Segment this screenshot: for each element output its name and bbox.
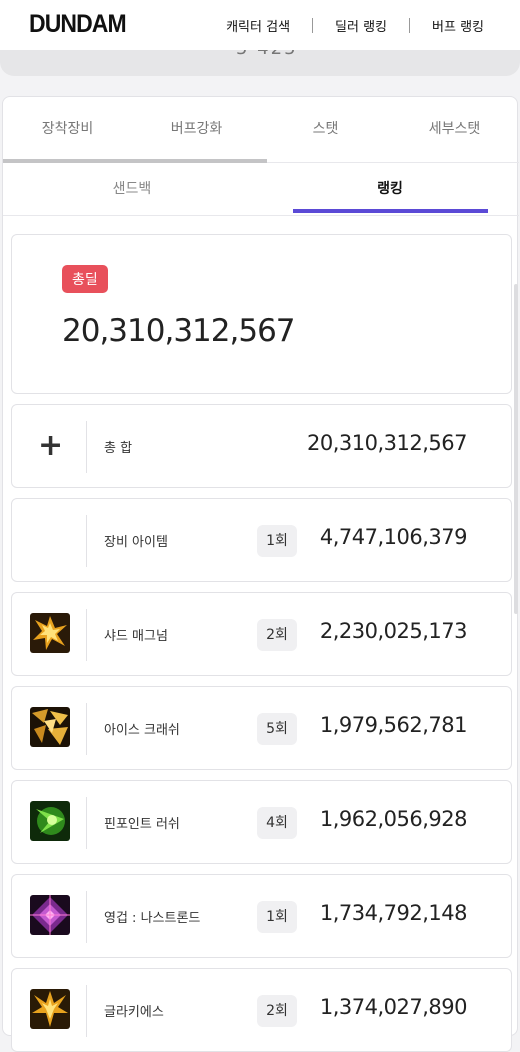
plus-icon[interactable]: + xyxy=(38,429,63,463)
row-divider xyxy=(86,421,87,473)
main-nav: 캐릭터 검색 딜러 랭킹 버프 랭킹 xyxy=(226,16,484,35)
row-damage-value: 20,310,312,567 xyxy=(307,431,468,455)
tab-buff-enhance[interactable]: 버프강화 xyxy=(132,97,261,162)
total-damage-card: 총딜 20,310,312,567 xyxy=(11,234,512,394)
nastrond-skill-icon xyxy=(30,895,70,935)
row-hit-count: 1회 xyxy=(257,525,297,557)
row-name: 샤드 매그넘 xyxy=(104,629,168,644)
scrollbar-thumb[interactable] xyxy=(514,284,518,614)
row-hit-count: 4회 xyxy=(257,807,297,839)
nav-divider xyxy=(409,18,411,33)
nav-dealer-ranking[interactable]: 딜러 랭킹 xyxy=(335,16,387,35)
row-hit-count: 5회 xyxy=(257,713,297,745)
row-damage-value: 1,962,056,928 xyxy=(319,807,468,831)
row-name: 장비 아이템 xyxy=(104,535,168,550)
tab-detailed-stats[interactable]: 세부스탯 xyxy=(390,97,519,162)
row-name: 핀포인트 러쉬 xyxy=(104,817,180,832)
row-divider xyxy=(86,515,87,567)
row-hit-count: 2회 xyxy=(257,619,297,651)
row-divider xyxy=(86,797,87,849)
nav-buffer-ranking[interactable]: 버프 랭킹 xyxy=(432,16,484,35)
partially-hidden-text: 5 425 xyxy=(236,50,298,59)
secondary-tabs: 샌드백 랭킹 xyxy=(3,164,519,216)
glacies-skill-icon xyxy=(30,989,70,1029)
row-damage-value: 4,747,106,379 xyxy=(319,525,468,549)
nav-character-search[interactable]: 캐릭터 검색 xyxy=(226,16,290,35)
row-damage-value: 1,979,562,781 xyxy=(319,713,468,737)
site-logo[interactable]: DUNDAM xyxy=(29,10,127,39)
ice-crash-skill-icon xyxy=(30,707,70,747)
row-divider xyxy=(86,891,87,943)
pinpoint-rush-skill-icon xyxy=(30,801,70,841)
row-name: 글라키에스 xyxy=(104,1005,164,1020)
row-hit-count: 1회 xyxy=(257,901,297,933)
damage-row[interactable]: 영겁 : 나스트론드 1회 1,734,792,148 xyxy=(11,874,512,958)
nav-divider xyxy=(312,18,314,33)
tab-sandbag[interactable]: 샌드백 xyxy=(3,164,261,215)
primary-tabs: 장착장비 버프강화 스탯 세부스탯 xyxy=(3,97,519,163)
row-damage-value: 1,734,792,148 xyxy=(319,901,468,925)
damage-row-total[interactable]: + 총 합 20,310,312,567 xyxy=(11,404,512,488)
collapsed-header-strip: 5 425 xyxy=(0,50,520,76)
row-damage-value: 1,374,027,890 xyxy=(319,995,468,1019)
total-damage-value: 20,310,312,567 xyxy=(62,313,296,349)
row-name: 총 합 xyxy=(104,441,133,456)
row-hit-count: 2회 xyxy=(257,995,297,1027)
shadow-magnum-skill-icon xyxy=(30,613,70,653)
secondary-tab-indicator xyxy=(293,209,488,213)
tab-ranking[interactable]: 랭킹 xyxy=(261,164,519,215)
primary-tab-indicator xyxy=(3,159,267,163)
tab-stats[interactable]: 스탯 xyxy=(261,97,390,162)
row-name: 영겁 : 나스트론드 xyxy=(104,911,201,926)
tab-equipment[interactable]: 장착장비 xyxy=(3,97,132,162)
row-divider xyxy=(86,985,87,1037)
damage-row[interactable]: 핀포인트 러쉬 4회 1,962,056,928 xyxy=(11,780,512,864)
top-bar: DUNDAM 캐릭터 검색 딜러 랭킹 버프 랭킹 xyxy=(0,0,520,50)
damage-row[interactable]: 장비 아이템 1회 4,747,106,379 xyxy=(11,498,512,582)
damage-row[interactable]: 아이스 크래쉬 5회 1,979,562,781 xyxy=(11,686,512,770)
row-divider xyxy=(86,703,87,755)
damage-row[interactable]: 글라키에스 2회 1,374,027,890 xyxy=(11,968,512,1052)
row-divider xyxy=(86,609,87,661)
row-name: 아이스 크래쉬 xyxy=(104,723,180,738)
row-damage-value: 2,230,025,173 xyxy=(319,619,468,643)
damage-row[interactable]: 샤드 매그넘 2회 2,230,025,173 xyxy=(11,592,512,676)
total-damage-badge: 총딜 xyxy=(62,265,108,293)
